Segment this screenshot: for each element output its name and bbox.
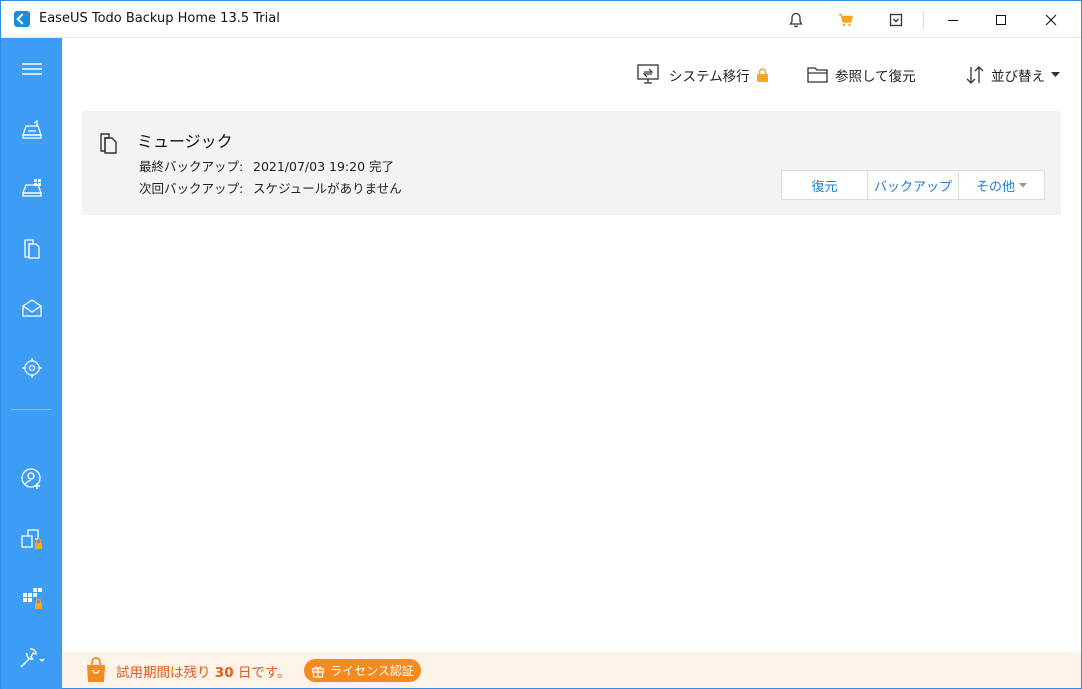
system-backup-icon[interactable] (1, 168, 62, 208)
shopping-bag-icon (87, 657, 105, 682)
browse-restore-button[interactable]: 参照して復元 (807, 62, 916, 88)
app-window: EaseUS Todo Backup Home 13.5 Trial システム移… (0, 0, 1082, 689)
maximize-button[interactable] (977, 1, 1025, 38)
folder-icon (807, 67, 828, 83)
chevron-down-icon (1019, 182, 1027, 187)
account-add-icon[interactable] (1, 459, 62, 499)
bell-icon[interactable] (784, 8, 808, 32)
windows-locked-icon[interactable] (1, 578, 62, 618)
cart-icon[interactable] (834, 8, 858, 32)
trial-suffix: 日です。 (237, 665, 291, 681)
next-backup-row: 次回バックアップ: スケジュールがありません (139, 178, 402, 197)
chevron-down-icon (1051, 72, 1060, 77)
close-button[interactable] (1027, 1, 1075, 38)
system-migrate-icon (637, 64, 659, 84)
lock-icon (756, 67, 768, 82)
mail-backup-icon[interactable] (1, 288, 62, 328)
trial-banner: 試用期間は残り 30 日です。 ライセンス認証 (62, 652, 1081, 688)
more-label: その他 (975, 179, 1015, 195)
trial-prefix: 試用期間は残り (116, 665, 211, 681)
trial-remaining-text: 試用期間は残り 30 日です。 (116, 661, 291, 681)
last-backup-label: 最終バックアップ: (139, 159, 244, 174)
sort-label: 並び替え (991, 69, 1045, 85)
clone-locked-icon[interactable] (1, 519, 62, 559)
file-copy-icon (100, 133, 117, 154)
minimize-button[interactable] (929, 1, 977, 38)
sort-button[interactable]: 並び替え (965, 62, 1060, 88)
titlebar-separator (923, 10, 924, 30)
last-backup-value: 2021/07/03 19:20 完了 (253, 159, 395, 174)
browse-restore-label: 参照して復元 (835, 69, 916, 85)
next-backup-value: スケジュールがありません (253, 181, 402, 196)
system-migrate-label: システム移行 (669, 69, 750, 85)
task-name: ミュージック (137, 132, 233, 151)
backup-task-card[interactable]: ミュージック 最終バックアップ: 2021/07/03 19:20 完了 次回バッ… (82, 111, 1061, 215)
sidebar-divider (11, 409, 51, 410)
tools-icon[interactable] (1, 639, 62, 679)
app-logo-icon (14, 11, 30, 27)
disk-backup-icon[interactable] (1, 110, 62, 150)
trial-days: 30 (214, 665, 234, 681)
license-activation-button[interactable]: ライセンス認証 (304, 659, 421, 682)
license-button-label: ライセンス認証 (330, 664, 414, 678)
more-button[interactable]: その他 (959, 171, 1044, 199)
file-backup-icon[interactable] (1, 229, 62, 269)
menu-icon[interactable] (1, 49, 62, 89)
next-backup-label: 次回バックアップ: (139, 181, 244, 196)
system-migrate-button[interactable]: システム移行 (637, 62, 769, 88)
backup-button[interactable]: バックアップ (868, 171, 959, 199)
task-actions: 復元 バックアップ その他 (781, 170, 1045, 200)
sort-arrows-icon (966, 66, 984, 84)
window-title: EaseUS Todo Backup Home 13.5 Trial (39, 11, 280, 26)
gift-icon (312, 666, 325, 678)
download-box-icon[interactable] (884, 8, 908, 32)
title-bar: EaseUS Todo Backup Home 13.5 Trial (1, 1, 1081, 38)
sidebar (1, 38, 62, 689)
last-backup-row: 最終バックアップ: 2021/07/03 19:20 完了 (139, 156, 394, 175)
smart-backup-icon[interactable] (1, 348, 62, 388)
restore-button[interactable]: 復元 (782, 171, 868, 199)
